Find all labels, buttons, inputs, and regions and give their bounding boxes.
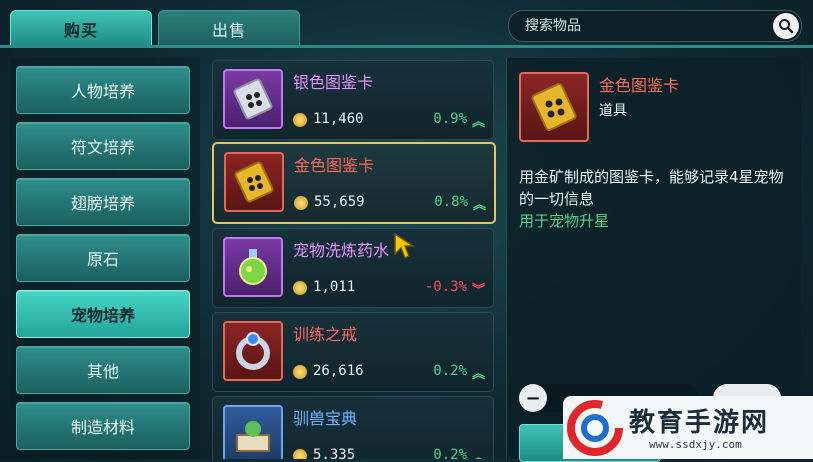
silver-card-icon — [223, 69, 283, 129]
coin-icon — [294, 196, 308, 210]
item-price: 1,011 — [313, 279, 356, 295]
tab-sell[interactable]: 出售 — [158, 10, 300, 48]
ring-icon — [223, 321, 283, 381]
item-name: 驯兽宝典 — [293, 409, 358, 428]
item-name: 金色图鉴卡 — [294, 156, 375, 175]
list-item[interactable]: 驯兽宝典 5,335 0.2% ︽ — [212, 396, 494, 459]
item-price: 11,460 — [313, 111, 364, 127]
item-name: 宠物洗炼药水 — [293, 241, 390, 260]
watermark-url: www.ssdxjy.com — [649, 438, 742, 451]
item-change: -0.3% — [424, 279, 467, 295]
search-bar — [508, 10, 802, 42]
tab-bar-divider — [0, 45, 813, 48]
category-materials[interactable]: 制造材料 — [16, 402, 190, 450]
coin-icon — [293, 449, 307, 459]
category-rune[interactable]: 符文培养 — [16, 122, 190, 170]
coin-icon — [293, 365, 307, 379]
item-price: 55,659 — [314, 194, 365, 210]
detail-item-name: 金色图鉴卡 — [599, 76, 680, 95]
item-name: 训练之戒 — [293, 325, 358, 344]
item-change: 0.9% — [433, 111, 467, 127]
gold-card-icon — [519, 72, 589, 142]
gold-card-icon — [224, 152, 284, 212]
trend-up-icon: ︽ — [471, 367, 485, 382]
trend-up-icon: ︽ — [472, 198, 486, 213]
search-icon — [779, 19, 794, 34]
book-icon — [223, 405, 283, 459]
decrease-button[interactable]: − — [519, 384, 547, 412]
list-item[interactable]: 训练之戒 26,616 0.2% ︽ — [212, 312, 494, 392]
category-wings[interactable]: 翅膀培养 — [16, 178, 190, 226]
trend-up-icon: ︽ — [471, 115, 485, 130]
category-other[interactable]: 其他 — [16, 346, 190, 394]
search-button[interactable] — [773, 13, 799, 39]
detail-usage: 用于宠物升星 — [519, 212, 610, 230]
coin-icon — [293, 281, 307, 295]
item-change: 0.2% — [433, 363, 467, 379]
item-price: 5,335 — [313, 447, 356, 459]
search-input[interactable] — [523, 17, 757, 35]
item-price: 26,616 — [313, 363, 364, 379]
category-sidebar: 人物培养 符文培养 翅膀培养 原石 宠物培养 其他 制造材料 — [10, 58, 200, 459]
item-list: 银色图鉴卡 11,460 0.9% ︽ 金色图鉴卡 55,659 0.8% ︽ … — [206, 58, 500, 459]
detail-item-type: 道具 — [599, 103, 627, 119]
watermark-logo: 教育手游网 www.ssdxjy.com — [563, 396, 813, 459]
item-change: 0.8% — [434, 194, 468, 210]
item-change: 0.2% — [433, 447, 467, 459]
trend-up-icon: ︽ — [471, 451, 485, 459]
list-item[interactable]: 宠物洗炼药水 1,011 -0.3% ︾ — [212, 228, 494, 308]
category-pet[interactable]: 宠物培养 — [16, 290, 190, 338]
watermark-text: 教育手游网 — [629, 408, 770, 438]
trend-down-icon: ︾ — [471, 283, 485, 298]
category-character[interactable]: 人物培养 — [16, 66, 190, 114]
coin-icon — [293, 113, 307, 127]
item-name: 银色图鉴卡 — [293, 73, 374, 92]
list-item[interactable]: 银色图鉴卡 11,460 0.9% ︽ — [212, 60, 494, 140]
potion-icon — [223, 237, 283, 297]
category-gem[interactable]: 原石 — [16, 234, 190, 282]
logo-icon — [567, 400, 623, 456]
pointer-cursor-icon — [394, 232, 416, 260]
list-item[interactable]: 金色图鉴卡 55,659 0.8% ︽ — [212, 142, 496, 224]
detail-description: 用金矿制成的图鉴卡，能够记录4星宠物的一切信息 — [519, 168, 784, 208]
tab-buy[interactable]: 购买 — [10, 10, 152, 48]
